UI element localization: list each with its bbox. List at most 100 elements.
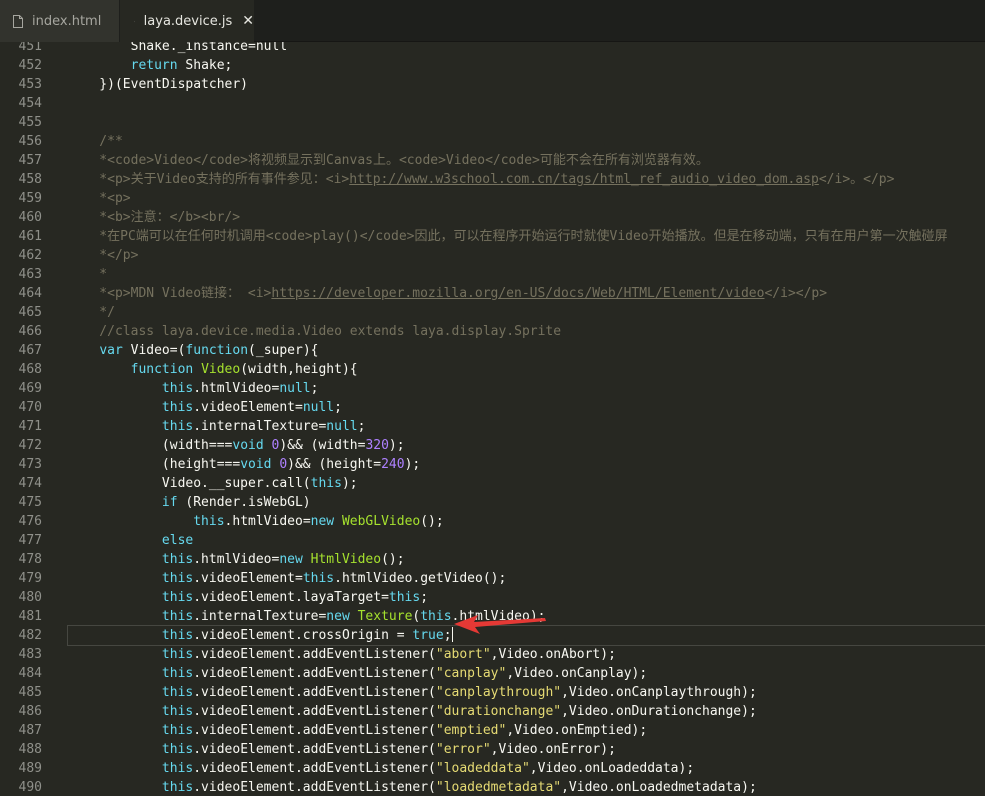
code-line[interactable]: 478 this.htmlVideo=new HtmlVideo(); bbox=[0, 550, 985, 569]
code-line[interactable]: 482 this.videoElement.crossOrigin = true… bbox=[0, 625, 985, 646]
code-line[interactable]: 470 this.videoElement=null; bbox=[0, 398, 985, 417]
code-text[interactable]: * bbox=[68, 265, 985, 284]
code-line[interactable]: 453 })(EventDispatcher) bbox=[0, 75, 985, 94]
code-line[interactable]: 451 Shake._instance=null bbox=[0, 42, 985, 56]
code-text[interactable]: */ bbox=[68, 303, 985, 322]
code-line[interactable]: 488 this.videoElement.addEventListener("… bbox=[0, 740, 985, 759]
line-number: 460 bbox=[18, 210, 42, 225]
code-text[interactable]: Video.__super.call(this); bbox=[68, 474, 985, 493]
code-text[interactable]: this.videoElement.addEventListener("canp… bbox=[68, 683, 985, 702]
code-line[interactable]: 472 (width===void 0)&& (width=320); bbox=[0, 436, 985, 455]
code-line[interactable]: 457 *<code>Video</code>将视频显示到Canvas上。<co… bbox=[0, 151, 985, 170]
code-line[interactable]: 458 *<p>关于Video支持的所有事件参见：<i>http://www.w… bbox=[0, 170, 985, 189]
code-line[interactable]: 480 this.videoElement.layaTarget=this; bbox=[0, 588, 985, 607]
code-text[interactable]: /** bbox=[68, 132, 985, 151]
code-line[interactable]: 479 this.videoElement=this.htmlVideo.get… bbox=[0, 569, 985, 588]
code-line[interactable]: 481 this.internalTexture=new Texture(thi… bbox=[0, 607, 985, 626]
code-line[interactable]: 473 (height===void 0)&& (height=240); bbox=[0, 455, 985, 474]
code-line[interactable]: 463 * bbox=[0, 265, 985, 284]
code-text[interactable]: this.htmlVideo=new HtmlVideo(); bbox=[68, 550, 985, 569]
code-line[interactable]: 465 */ bbox=[0, 303, 985, 322]
code-line[interactable]: 487 this.videoElement.addEventListener("… bbox=[0, 721, 985, 740]
code-line[interactable]: 485 this.videoElement.addEventListener("… bbox=[0, 683, 985, 702]
code-text[interactable]: this.videoElement.addEventListener("abor… bbox=[68, 645, 985, 664]
code-line[interactable]: 459 *<p> bbox=[0, 189, 985, 208]
code-text[interactable]: this.videoElement.crossOrigin = true; bbox=[67, 625, 985, 646]
code-text[interactable]: *在PC端可以在任何时机调用<code>play()</code>因此，可以在程… bbox=[68, 227, 985, 246]
code-text[interactable]: this.videoElement.addEventListener("empt… bbox=[68, 721, 985, 740]
line-number: 475 bbox=[18, 495, 42, 510]
code-line[interactable]: 468 function Video(width,height){ bbox=[0, 360, 985, 379]
code-text[interactable]: this.internalTexture=null; bbox=[68, 417, 985, 436]
code-text[interactable]: *<b>注意：</b><br/> bbox=[68, 208, 985, 227]
code-line[interactable]: 456 /** bbox=[0, 132, 985, 151]
code-token: 320 bbox=[365, 438, 389, 453]
code-line[interactable]: 474 Video.__super.call(this); bbox=[0, 474, 985, 493]
code-text[interactable]: *<p>关于Video支持的所有事件参见：<i>http://www.w3sch… bbox=[68, 170, 985, 189]
code-line[interactable]: 489 this.videoElement.addEventListener("… bbox=[0, 759, 985, 778]
code-text[interactable]: *<code>Video</code>将视频显示到Canvas上。<code>V… bbox=[68, 151, 985, 170]
code-text[interactable]: this.videoElement.addEventListener("load… bbox=[68, 759, 985, 778]
code-editor[interactable]: 451 Shake._instance=null 452 return Shake… bbox=[0, 42, 985, 796]
code-text[interactable]: this.videoElement.addEventListener("load… bbox=[68, 778, 985, 796]
code-text[interactable]: *</p> bbox=[68, 246, 985, 265]
code-text[interactable]: this.videoElement.addEventListener("canp… bbox=[68, 664, 985, 683]
code-text[interactable]: (width===void 0)&& (width=320); bbox=[68, 436, 985, 455]
code-line[interactable]: 476 this.htmlVideo=new WebGLVideo(); bbox=[0, 512, 985, 531]
code-text[interactable]: if (Render.isWebGL) bbox=[68, 493, 985, 512]
code-token: Video.__super.call( bbox=[68, 476, 311, 491]
line-number: 463 bbox=[18, 267, 42, 282]
code-line[interactable]: 464 *<p>MDN Video链接： <i>https://develope… bbox=[0, 284, 985, 303]
code-line[interactable]: 484 this.videoElement.addEventListener("… bbox=[0, 664, 985, 683]
code-text[interactable]: this.htmlVideo=null; bbox=[68, 379, 985, 398]
line-number: 461 bbox=[18, 229, 42, 244]
code-token: this bbox=[161, 590, 194, 605]
code-text[interactable]: *<p> bbox=[68, 189, 985, 208]
tab-laya-device-js[interactable]: laya.device.js ✕ bbox=[120, 0, 254, 42]
code-token: 0 bbox=[279, 457, 288, 472]
code-token: this bbox=[161, 723, 194, 738]
code-token: ; bbox=[334, 400, 342, 415]
line-number: 481 bbox=[18, 609, 42, 624]
code-text[interactable]: *<p>MDN Video链接： <i>https://developer.mo… bbox=[68, 284, 985, 303]
code-text[interactable]: //class laya.device.media.Video extends … bbox=[68, 322, 985, 341]
code-line[interactable]: 461 *在PC端可以在任何时机调用<code>play()</code>因此，… bbox=[0, 227, 985, 246]
code-text[interactable]: function Video(width,height){ bbox=[68, 360, 985, 379]
code-token: (width=== bbox=[68, 438, 233, 453]
code-text[interactable]: this.videoElement.addEventListener("dura… bbox=[68, 702, 985, 721]
line-number: 472 bbox=[18, 438, 42, 453]
code-text[interactable]: this.htmlVideo=new WebGLVideo(); bbox=[68, 512, 985, 531]
code-line[interactable]: 452 return Shake; bbox=[0, 56, 985, 75]
code-text[interactable]: })(EventDispatcher) bbox=[68, 75, 985, 94]
code-line[interactable]: 466 //class laya.device.media.Video exte… bbox=[0, 322, 985, 341]
code-text[interactable]: this.videoElement.layaTarget=this; bbox=[68, 588, 985, 607]
code-line[interactable]: 462 *</p> bbox=[0, 246, 985, 265]
code-text[interactable]: this.internalTexture=new Texture(this.ht… bbox=[68, 607, 985, 626]
code-line[interactable]: 471 this.internalTexture=null; bbox=[0, 417, 985, 436]
code-text[interactable]: var Video=(function(_super){ bbox=[68, 341, 985, 360]
code-text[interactable]: return Shake; bbox=[68, 56, 985, 75]
code-token: null bbox=[302, 400, 335, 415]
code-token: .videoElement.addEventListener( bbox=[193, 685, 436, 700]
code-line[interactable]: 490 this.videoElement.addEventListener("… bbox=[0, 778, 985, 796]
tab-index-html[interactable]: index.html bbox=[0, 0, 120, 42]
code-text[interactable]: this.videoElement=null; bbox=[68, 398, 985, 417]
code-line[interactable]: 454 bbox=[0, 94, 985, 113]
close-icon[interactable]: ✕ bbox=[242, 13, 254, 29]
code-text[interactable]: (height===void 0)&& (height=240); bbox=[68, 455, 985, 474]
code-line[interactable]: 475 if (Render.isWebGL) bbox=[0, 493, 985, 512]
code-text[interactable]: this.videoElement=this.htmlVideo.getVide… bbox=[68, 569, 985, 588]
code-text[interactable]: else bbox=[68, 531, 985, 550]
code-text[interactable]: Shake._instance=null bbox=[68, 42, 985, 56]
code-line[interactable]: 467 var Video=(function(_super){ bbox=[0, 341, 985, 360]
code-line[interactable]: 483 this.videoElement.addEventListener("… bbox=[0, 645, 985, 664]
code-line[interactable]: 460 *<b>注意：</b><br/> bbox=[0, 208, 985, 227]
code-line[interactable]: 469 this.htmlVideo=null; bbox=[0, 379, 985, 398]
code-line[interactable]: 455 bbox=[0, 113, 985, 132]
code-token: ; bbox=[357, 419, 366, 434]
code-line[interactable]: 477 else bbox=[0, 531, 985, 550]
code-line[interactable]: 486 this.videoElement.addEventListener("… bbox=[0, 702, 985, 721]
code-text[interactable]: this.videoElement.addEventListener("erro… bbox=[68, 740, 985, 759]
